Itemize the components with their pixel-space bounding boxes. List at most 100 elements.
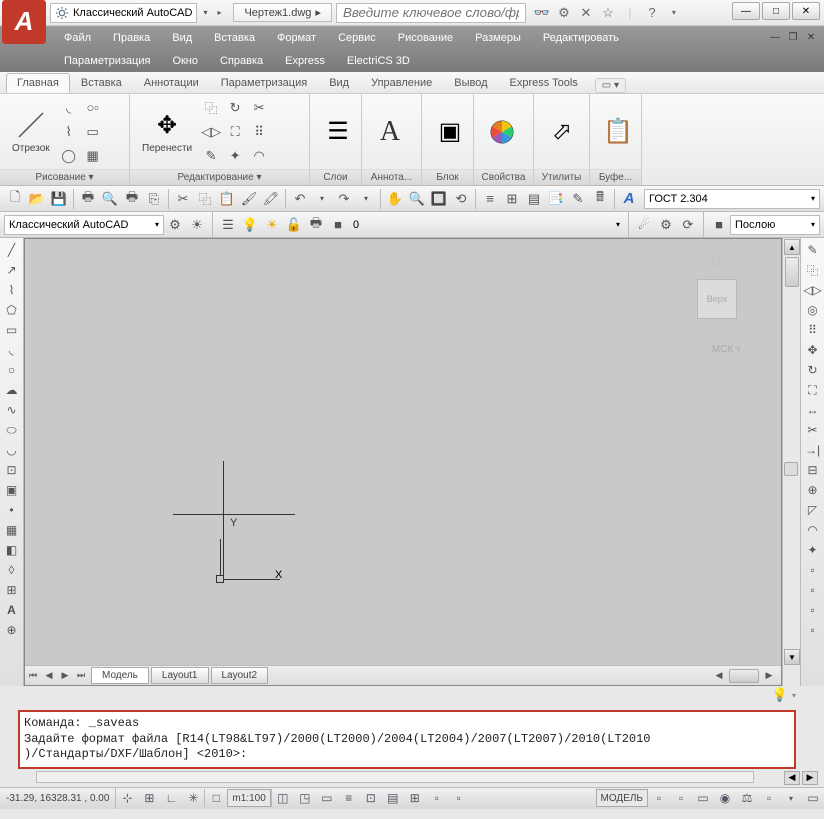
block-button[interactable]: ▣ xyxy=(428,112,472,152)
file-tab[interactable]: Чертеж1.dwg ▸ xyxy=(233,3,331,22)
l-region-icon[interactable]: ◊ xyxy=(2,560,22,580)
workspace-selector[interactable]: Классический AutoCAD xyxy=(50,3,197,23)
r-break-icon[interactable]: ⊟ xyxy=(803,460,823,480)
command-window[interactable]: Команда: _saveas Задайте формат файла [R… xyxy=(18,710,796,769)
s2-icon[interactable]: ▫ xyxy=(448,788,470,808)
r-trim-icon[interactable]: ✂ xyxy=(803,420,823,440)
rectangle-icon[interactable]: ▭ xyxy=(82,121,104,143)
copystd-icon[interactable]: ⿻ xyxy=(194,188,216,210)
preview-icon[interactable]: 🔍 xyxy=(99,188,121,210)
l-ellipse-icon[interactable]: ⬭ xyxy=(2,420,22,440)
menu-help[interactable]: Справка xyxy=(210,53,273,69)
print-icon[interactable]: 🖶 xyxy=(77,188,99,210)
tab-output[interactable]: Вывод xyxy=(443,73,498,93)
qp-icon[interactable]: ▤ xyxy=(382,788,404,808)
zoom-window-icon[interactable]: 🔲 xyxy=(428,188,450,210)
workspace-combo[interactable]: Классический AutoCAD▾ xyxy=(4,215,164,235)
sb-dropdown-icon[interactable]: ▾ xyxy=(780,788,802,808)
line-button[interactable]: Отрезок xyxy=(6,105,56,158)
undo-icon[interactable]: ↶ xyxy=(289,188,311,210)
hatch-icon[interactable]: ▦ xyxy=(82,145,104,167)
ellipse-icon[interactable]: ◯ xyxy=(58,145,80,167)
l-revcloud-icon[interactable]: ☁ xyxy=(2,380,22,400)
fillet-icon[interactable]: ◠ xyxy=(248,145,270,167)
arc-icon[interactable]: ◟ xyxy=(58,97,80,119)
sb5-icon[interactable]: ▫ xyxy=(758,788,780,808)
l-addsel-icon[interactable]: ⊕ xyxy=(2,620,22,640)
r-more1-icon[interactable]: ▫ xyxy=(803,560,823,580)
s1-icon[interactable]: ▫ xyxy=(426,788,448,808)
layer-color-swatch[interactable]: ■ xyxy=(327,214,349,236)
new-icon[interactable]: 🗋 xyxy=(4,188,26,210)
copy-icon[interactable]: ⿻ xyxy=(200,97,222,119)
r-mirror-icon[interactable]: ◁▷ xyxy=(803,280,823,300)
viewcube[interactable]: ↻ Верх xyxy=(677,249,757,329)
l-circle-icon[interactable]: ○ xyxy=(2,360,22,380)
command-input-scrollbar[interactable] xyxy=(36,771,754,783)
cmd-scroll-right-icon[interactable]: ▶ xyxy=(802,771,818,785)
sun-freeze-icon[interactable]: ☀ xyxy=(261,214,283,236)
l-pline-icon[interactable]: ⌇ xyxy=(2,280,22,300)
scale-icon[interactable]: ⛶ xyxy=(224,121,246,143)
l-insert-icon[interactable]: ⊡ xyxy=(2,460,22,480)
help-dropdown-icon[interactable]: ▾ xyxy=(666,5,682,21)
utilities-button[interactable]: ⬀ xyxy=(540,112,584,152)
layout2-tab[interactable]: Layout2 xyxy=(211,667,269,684)
tab-prev-icon[interactable]: ◀ xyxy=(41,668,57,684)
layermatch-icon[interactable]: ⚙ xyxy=(655,214,677,236)
l-rect-icon[interactable]: ▭ xyxy=(2,320,22,340)
lwt-icon[interactable]: ≡ xyxy=(338,788,360,808)
r-scale-icon[interactable]: ⛶ xyxy=(803,380,823,400)
menu-view[interactable]: Вид xyxy=(162,30,202,46)
exchange-icon[interactable]: ✕ xyxy=(578,5,594,21)
menu-electrics[interactable]: ElectriCS 3D xyxy=(337,53,420,69)
tray-icon[interactable]: ▭ xyxy=(802,788,824,808)
match-icon[interactable]: 🖌 xyxy=(238,188,260,210)
file-tab-dropdown-icon[interactable]: ▸ xyxy=(315,6,321,19)
polyline-icon[interactable]: ⌇ xyxy=(58,121,80,143)
nav-box[interactable] xyxy=(784,462,798,476)
trim-icon[interactable]: ✂ xyxy=(248,97,270,119)
layout1-tab[interactable]: Layout1 xyxy=(151,667,209,684)
r-chamfer-icon[interactable]: ◸ xyxy=(803,500,823,520)
model-tab[interactable]: Модель xyxy=(91,667,149,684)
menu-format[interactable]: Формат xyxy=(267,30,326,46)
explode-icon[interactable]: ✦ xyxy=(224,145,246,167)
layer-dropdown-icon[interactable]: ▾ xyxy=(616,220,624,229)
r-join-icon[interactable]: ⊕ xyxy=(803,480,823,500)
tab-parametric[interactable]: Параметризация xyxy=(210,73,318,93)
l-point-icon[interactable]: • xyxy=(2,500,22,520)
l-block-icon[interactable]: ▣ xyxy=(2,480,22,500)
minimize-button[interactable]: — xyxy=(732,2,760,20)
cut-icon[interactable]: ✂ xyxy=(172,188,194,210)
redo-icon[interactable]: ↷ xyxy=(333,188,355,210)
cmd-scroll-left-icon[interactable]: ◀ xyxy=(784,771,800,785)
toolpalette-icon[interactable]: ▤ xyxy=(523,188,545,210)
search-input[interactable] xyxy=(336,3,526,23)
binoculars-icon[interactable]: 👓 xyxy=(534,5,550,21)
color-combo[interactable]: Послою▾ xyxy=(730,215,820,235)
l-spline-icon[interactable]: ∿ xyxy=(2,400,22,420)
bylayer-swatch[interactable]: ■ xyxy=(708,214,730,236)
markup-icon[interactable]: ✎ xyxy=(567,188,589,210)
plot-icon[interactable]: ⎘ xyxy=(143,188,165,210)
ws-gear-icon[interactable]: ⚙ xyxy=(164,214,186,236)
l-polygon-icon[interactable]: ⬠ xyxy=(2,300,22,320)
open-icon[interactable]: 📂 xyxy=(26,188,48,210)
undo-dropdown-icon[interactable]: ▾ xyxy=(311,188,333,210)
workspace-dropdown-icon[interactable]: ▾ xyxy=(199,8,211,17)
clipboard-button[interactable]: 📋 xyxy=(596,112,640,152)
r-more2-icon[interactable]: ▫ xyxy=(803,580,823,600)
hint-dropdown-icon[interactable]: ▾ xyxy=(792,691,796,700)
communicate-icon[interactable]: ⚙ xyxy=(556,5,572,21)
scroll-thumb[interactable] xyxy=(785,257,799,287)
tab-first-icon[interactable]: ⏮ xyxy=(25,668,41,684)
grid-icon[interactable]: ⊞ xyxy=(138,788,160,808)
annotation-button[interactable]: A xyxy=(368,112,412,152)
layers-button[interactable]: ☰ xyxy=(316,112,360,152)
l-gradient-icon[interactable]: ◧ xyxy=(2,540,22,560)
props-icon[interactable]: ≡ xyxy=(479,188,501,210)
wcs-label[interactable]: МСК ▿ xyxy=(712,344,741,355)
polar-icon[interactable]: ✳ xyxy=(182,788,204,808)
r-explode-icon[interactable]: ✦ xyxy=(803,540,823,560)
